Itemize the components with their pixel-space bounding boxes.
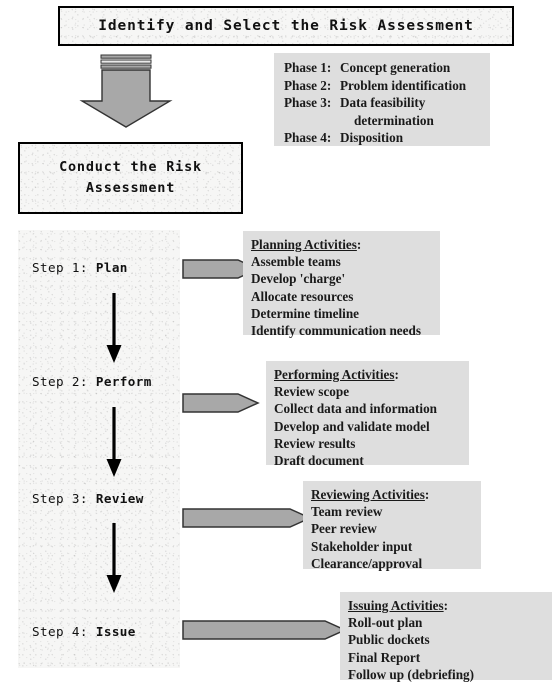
callout-item: Clearance/approval [311,555,423,571]
conduct-line-1: Conduct the Risk [59,159,202,175]
phase-label: Phase 1: [284,60,332,75]
callout-heading-text: Performing Activities [274,367,395,382]
page-title: Identify and Select the Risk Assessment [98,18,474,34]
callout-item: Team review [311,504,383,520]
phase-label: Phase 2: [284,77,332,93]
callout-heading: Reviewing Activities: [311,486,481,503]
down-arrow-icon [102,523,126,595]
callout-heading-text: Reviewing Activities [311,487,425,502]
phase-label: Phase 3: [284,95,332,110]
right-arrow-shape-review [182,505,312,531]
conduct-risk-assessment-box: Conduct the Risk Assessment [18,142,243,214]
right-arrow-shape-perform [182,390,260,416]
callout-item: Collect data and information [274,401,438,417]
callout-heading-suffix: : [424,487,430,502]
step-label-issue: Step 4: Issue [32,624,136,639]
callout-item: Roll-out plan [348,615,423,631]
callout-item: Peer review [311,521,377,537]
phase-list-box: Phase 1: Concept generation Phase 2: Pro… [274,53,490,146]
step-prefix: Step 4: [32,624,88,639]
phase-row: Phase 3: Data feasibility [284,94,490,112]
step-prefix: Step 1: [32,260,88,275]
phase-row: Phase 1: Concept generation [284,59,490,77]
conduct-line-2: Assessment [85,180,176,196]
down-arrow-shape [76,54,176,132]
step-name: Plan [95,260,128,275]
callout-heading: Performing Activities: [274,366,469,383]
phase-row-continuation: determination [284,112,490,130]
phase-value: Disposition [340,130,404,145]
phase-value: Data feasibility [340,95,426,110]
callout-item: Develop 'charge' [251,271,346,287]
callout-issuing-activities: Issuing Activities: Roll-out plan Public… [340,592,552,682]
phase-value: Concept generation [340,60,451,75]
callout-item: Follow up (debriefing) [348,666,475,682]
callout-heading-suffix: : [394,367,399,382]
callout-item: Review scope [274,384,350,400]
phase-row: Phase 4: Disposition [284,129,490,147]
callout-performing-activities: Performing Activities: Review scope Coll… [266,361,469,468]
callout-heading: Planning Activities: [251,236,440,253]
callout-item: Draft document [274,453,364,469]
callout-planning-activities: Planning Activities: Assemble teams Deve… [243,231,440,338]
steps-panel: Step 1: Plan Step 2: Perform Step 3: Rev… [18,230,180,668]
callout-reviewing-activities: Reviewing Activities: Team review Peer r… [303,481,481,571]
phase-row: Phase 2: Problem identification [284,77,490,95]
step-name: Review [95,491,144,506]
step-prefix: Step 2: [32,374,88,389]
step-label-perform: Step 2: Perform [32,374,152,389]
down-arrow-icon [102,407,126,479]
step-label-review: Step 3: Review [32,491,144,506]
step-label-plan: Step 1: Plan [32,260,128,275]
callout-item: Identify communication needs [251,323,421,339]
callout-item: Final Report [348,649,421,665]
phase-label: Phase 4: [284,130,332,145]
callout-heading-suffix: : [443,598,449,613]
phase-value: Problem identification [340,77,467,93]
callout-item: Stakeholder input [311,538,413,554]
callout-item: Assemble teams [251,254,341,270]
step-name: Perform [95,374,152,389]
right-arrow-shape-issue [182,617,347,643]
step-name: Issue [95,624,136,639]
callout-item: Develop and validate model [274,418,430,434]
callout-heading-suffix: : [356,237,362,252]
down-arrow-icon [102,293,126,365]
callout-heading-text: Issuing Activities [348,598,444,613]
callout-item: Determine timeline [251,305,360,321]
identify-select-title-box: Identify and Select the Risk Assessment [58,6,514,46]
phase-label [284,112,340,130]
step-prefix: Step 3: [32,491,88,506]
callout-heading-text: Planning Activities [251,237,357,252]
conduct-box-text: Conduct the Risk Assessment [59,157,202,199]
callout-item: Allocate resources [251,288,354,304]
callout-item: Public dockets [348,632,430,648]
phase-value: determination [354,112,434,128]
callout-item: Review results [274,435,356,451]
callout-heading: Issuing Activities: [348,597,552,614]
